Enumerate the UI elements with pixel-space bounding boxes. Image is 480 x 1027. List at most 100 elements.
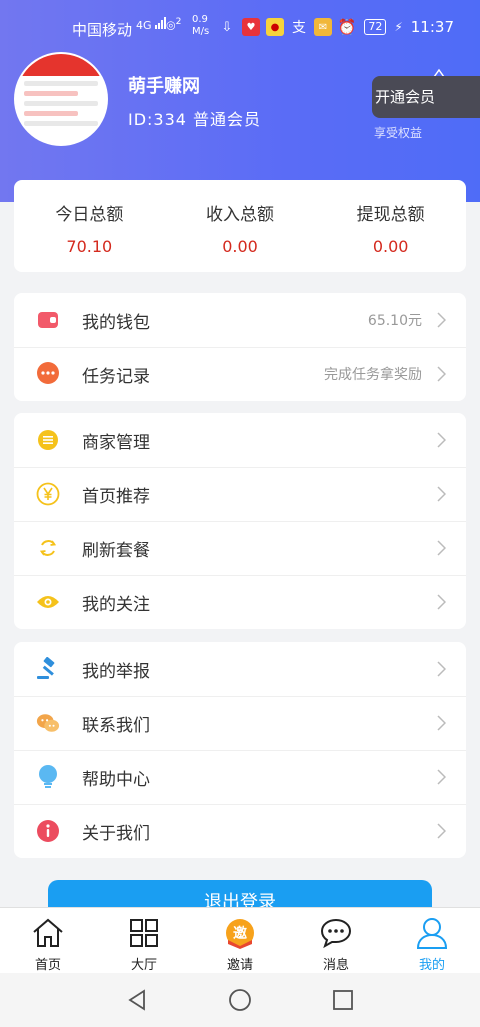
wallet-balance: 65.10元 (367, 313, 422, 329)
chevron-right-icon (437, 769, 446, 785)
wifi-label: 2 (175, 16, 182, 27)
chevron-right-icon (437, 715, 446, 731)
network-type: 4G (136, 19, 152, 32)
alipay-icon: 支 (292, 20, 306, 36)
menu-group-support: 我的举报 联系我们 帮助中心 关于我们 (14, 642, 466, 858)
chevron-right-icon (437, 540, 446, 556)
tab-hall[interactable]: 大厅 (96, 908, 192, 973)
stat-value: 0.00 (372, 237, 409, 256)
wifi-icon: ◎2 (166, 16, 182, 32)
tab-label: 邀请 (226, 958, 253, 973)
menu-label: 关于我们 (82, 823, 150, 844)
menu-item-about[interactable]: 关于我们 (14, 804, 466, 858)
stat-value: 0.00 (222, 237, 258, 256)
menu-label: 刷新套餐 (82, 540, 150, 561)
signal-icon: 4G (136, 17, 167, 32)
stat-today[interactable]: 今日总额 70.10 (14, 180, 165, 272)
app-icon-red: ♥ (242, 18, 260, 36)
menu-item-merchant[interactable]: 商家管理 (14, 413, 466, 467)
recents-icon[interactable] (332, 989, 354, 1011)
menu-item-wallet[interactable]: 我的钱包 65.10元 (14, 293, 466, 347)
avatar-image-row (24, 81, 98, 86)
profile-id: ID:334 普通会员 (128, 110, 262, 129)
message-icon (319, 916, 353, 950)
menu-item-task-record[interactable]: 任务记录 完成任务拿奖励 (14, 347, 466, 401)
home-icon (31, 916, 65, 950)
battery-indicator: 72 (364, 19, 387, 35)
chevron-right-icon (437, 366, 446, 382)
tab-label: 消息 (322, 958, 349, 973)
menu-label: 商家管理 (82, 432, 150, 453)
avatar-image-row (24, 91, 78, 96)
menu-label: 帮助中心 (82, 769, 150, 790)
vip-benefit-text: 享受权益 (374, 126, 423, 140)
tab-messages[interactable]: 消息 (288, 908, 384, 973)
menu-group-wallet: 我的钱包 65.10元 任务记录 完成任务拿奖励 (14, 293, 466, 401)
home-circle-icon[interactable] (228, 988, 252, 1012)
chevron-right-icon (437, 312, 446, 328)
chevron-right-icon (437, 432, 446, 448)
grid-icon (127, 916, 161, 950)
menu-item-contact[interactable]: 联系我们 (14, 696, 466, 750)
notification-icons: ⇩ ♥ ● 支 ✉ ··· (218, 18, 356, 36)
system-navigation-bar (0, 973, 480, 1027)
chat-bubble-icon (36, 362, 60, 386)
tab-label: 首页 (34, 958, 61, 973)
avatar-image-row (24, 111, 78, 116)
yen-icon (36, 482, 60, 506)
avatar[interactable] (14, 52, 108, 146)
menu-item-home-recommend[interactable]: 首页推荐 (14, 467, 466, 521)
speed-unit: M/s (192, 26, 210, 37)
profile-name: 萌手赚网 (128, 76, 200, 97)
info-icon (36, 819, 60, 843)
app-icon-yellow: ● (266, 18, 284, 36)
download-icon: ⇩ (221, 19, 233, 35)
back-icon[interactable] (126, 989, 148, 1011)
task-hint: 完成任务拿奖励 (324, 367, 422, 383)
speed-value: 0.9 (192, 14, 208, 25)
chevron-right-icon (437, 661, 446, 677)
lightbulb-icon (36, 765, 60, 789)
tab-label: 我的 (418, 958, 445, 973)
speed-indicator: 0.9 M/s (192, 14, 209, 38)
tab-mine[interactable]: 我的 (384, 908, 480, 973)
stat-label: 收入总额 (206, 205, 274, 225)
mail-icon: ✉ (314, 18, 332, 36)
chevron-right-icon (437, 594, 446, 610)
charging-icon: ⚡ (394, 20, 403, 34)
eye-icon (36, 590, 60, 614)
menu-label: 联系我们 (82, 715, 150, 736)
refresh-icon (36, 536, 60, 560)
menu-item-help[interactable]: 帮助中心 (14, 750, 466, 804)
chevron-right-icon (437, 486, 446, 502)
menu-label: 我的举报 (82, 661, 150, 682)
menu-label: 我的钱包 (82, 312, 150, 333)
menu-item-refresh-package[interactable]: 刷新套餐 (14, 521, 466, 575)
avatar-image-row (24, 101, 98, 106)
wallet-icon (36, 308, 60, 332)
open-vip-button[interactable]: 开通会员 (372, 76, 480, 118)
tab-invite[interactable]: 邀 邀请 (192, 908, 288, 973)
stats-card: 今日总额 70.10 收入总额 0.00 提现总额 0.00 (14, 180, 466, 272)
stat-income[interactable]: 收入总额 0.00 (165, 180, 316, 272)
stat-withdraw[interactable]: 提现总额 0.00 (315, 180, 466, 272)
status-right: ⏰ 72 ⚡ 11:37 (338, 18, 454, 36)
menu-group-business: 商家管理 首页推荐 刷新套餐 我的关注 (14, 413, 466, 629)
stat-label: 提现总额 (356, 205, 425, 225)
chevron-right-icon (437, 823, 446, 839)
wechat-icon (36, 711, 60, 735)
gavel-icon (36, 657, 60, 681)
user-icon (415, 916, 449, 950)
menu-label: 首页推荐 (82, 486, 150, 507)
menu-label: 任务记录 (82, 366, 150, 387)
stat-label: 今日总额 (55, 205, 124, 225)
menu-item-report[interactable]: 我的举报 (14, 642, 466, 696)
invite-icon: 邀 (223, 916, 257, 950)
list-icon (36, 428, 60, 452)
invite-badge-text: 邀 (233, 925, 247, 942)
avatar-image-row (24, 121, 98, 126)
menu-item-following[interactable]: 我的关注 (14, 575, 466, 629)
status-bar: 中国移动 4G ◎2 0.9 M/s ⇩ ♥ ● 支 ✉ ··· ⏰ 72 ⚡ … (0, 0, 480, 56)
menu-label: 我的关注 (82, 594, 150, 615)
tab-home[interactable]: 首页 (0, 908, 96, 973)
